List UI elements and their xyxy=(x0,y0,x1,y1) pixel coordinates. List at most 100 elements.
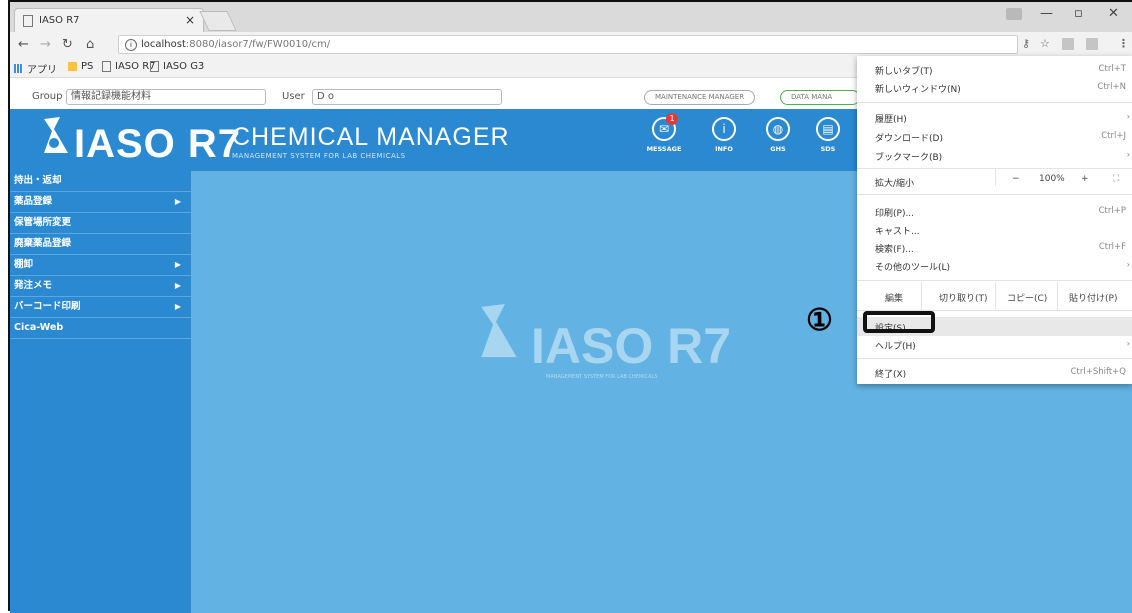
zoom-in-button[interactable]: + xyxy=(1081,174,1089,184)
menu-copy[interactable]: コピー(C) xyxy=(1007,291,1047,304)
apps-grid-icon xyxy=(14,64,23,73)
menu-find[interactable]: 検索(F)... xyxy=(875,242,914,255)
step-marker: ① xyxy=(806,303,833,338)
menu-new-tab[interactable]: 新しいタブ(T) xyxy=(875,64,933,77)
sidebar-item-label: Cica-Web xyxy=(14,322,64,333)
submenu-arrow-icon: › xyxy=(1126,112,1130,121)
sidebar-item-label: 薬品登録 xyxy=(14,196,53,207)
menu-zoom-label: 拡大/縮小 xyxy=(875,179,915,189)
sidebar-item-checkout[interactable]: 持出・返却 xyxy=(10,171,191,192)
tab-title: IASO R7 xyxy=(39,15,80,26)
extension-icon[interactable] xyxy=(1062,38,1074,50)
menu-divider xyxy=(857,280,1132,281)
forward-icon[interactable]: → xyxy=(40,37,51,52)
sds-button[interactable]: ▤ SDS xyxy=(810,117,846,153)
menu-help[interactable]: ヘルプ(H) xyxy=(875,339,916,352)
message-label: MESSAGE xyxy=(646,145,682,153)
close-window-icon[interactable]: ✕ xyxy=(1108,6,1119,21)
extension-icon[interactable] xyxy=(1086,38,1098,50)
logo-text: IASO R7 xyxy=(74,122,242,166)
maximize-icon[interactable]: ▫ xyxy=(1074,6,1083,21)
sidebar-item-inventory[interactable]: 棚卸 ▶ xyxy=(10,255,191,276)
menu-history[interactable]: 履歴(H) xyxy=(875,112,907,125)
site-info-icon[interactable]: i xyxy=(125,38,137,51)
menu-divider xyxy=(995,282,996,310)
chevron-right-icon: ▶ xyxy=(174,260,181,269)
tab-strip: IASO R7 × — ▫ ✕ xyxy=(10,2,1132,32)
back-icon[interactable]: ← xyxy=(18,37,29,52)
sidebar-item-barcode[interactable]: バーコード印刷 ▶ xyxy=(10,297,191,318)
info-button[interactable]: i INFO xyxy=(706,117,742,153)
sidebar-item-label: 持出・返却 xyxy=(14,175,62,186)
menu-cut[interactable]: 切り取り(T) xyxy=(939,291,988,304)
bookmark-label: PS xyxy=(81,61,94,72)
sds-label: SDS xyxy=(820,145,836,153)
bookmark-iaso-g3[interactable]: IASO G3 xyxy=(150,61,204,72)
folder-icon xyxy=(68,62,77,71)
chrome-menu: 新しいタブ(T) Ctrl+T 新しいウィンドウ(N) Ctrl+N 履歴(H)… xyxy=(857,56,1132,384)
zoom-out-button[interactable]: − xyxy=(1012,174,1020,184)
browser-tab[interactable]: IASO R7 × xyxy=(14,8,204,32)
key-icon[interactable]: ⚷ xyxy=(1022,37,1030,50)
group-field[interactable]: 情報記録機能材料 xyxy=(66,89,266,105)
highlight-box xyxy=(863,311,935,333)
menu-cast[interactable]: キャスト... xyxy=(875,224,920,237)
menu-print[interactable]: 印刷(P)... xyxy=(875,206,914,219)
message-button[interactable]: ✉ 1 MESSAGE xyxy=(646,113,682,153)
menu-exit[interactable]: 終了(X) xyxy=(875,367,906,380)
info-icon: i xyxy=(712,117,736,141)
sidebar-item-order-memo[interactable]: 発注メモ ▶ xyxy=(10,276,191,297)
new-tab-button[interactable] xyxy=(199,11,237,31)
chevron-right-icon: ▶ xyxy=(174,281,181,290)
page-icon xyxy=(150,61,159,72)
menu-more-tools[interactable]: その他のツール(L) xyxy=(875,260,950,273)
ghs-button[interactable]: ◍ GHS xyxy=(760,117,796,153)
user-label: User xyxy=(282,91,305,102)
data-manager-button[interactable]: DATA MANA xyxy=(780,90,860,105)
fullscreen-icon[interactable]: ⛶ xyxy=(1113,174,1119,184)
shortcut: Ctrl+F xyxy=(1098,242,1126,252)
bookmark-ps[interactable]: PS xyxy=(68,61,93,72)
watermark-subtitle: MANAGEMENT SYSTEM FOR LAB CHEMICALS xyxy=(546,374,658,380)
bookmark-apps[interactable]: アプリ xyxy=(14,61,57,76)
shortcut: Ctrl+N xyxy=(1097,82,1126,92)
url-path: :8080/iasor7/fw/FW0010/cm/ xyxy=(185,39,331,50)
menu-downloads[interactable]: ダウンロード(D) xyxy=(875,131,943,144)
page-icon xyxy=(102,61,111,72)
bookmark-star-icon[interactable]: ☆ xyxy=(1040,37,1050,50)
menu-divider xyxy=(921,282,922,310)
submenu-arrow-icon: › xyxy=(1126,150,1130,159)
shortcut: Ctrl+Shift+Q xyxy=(1070,367,1126,377)
info-label: INFO xyxy=(715,145,733,153)
submenu-arrow-icon: › xyxy=(1126,260,1130,269)
user-field[interactable]: D o xyxy=(312,89,502,105)
submenu-arrow-icon: › xyxy=(1126,339,1130,348)
bookmark-label: IASO G3 xyxy=(163,61,205,72)
menu-paste[interactable]: 貼り付け(P) xyxy=(1069,291,1117,304)
sidebar-item-cica-web[interactable]: Cica-Web xyxy=(10,318,191,339)
bookmark-iaso-r7[interactable]: IASO R7 xyxy=(102,61,156,72)
profile-icon[interactable] xyxy=(1006,8,1022,20)
menu-divider xyxy=(1057,282,1058,310)
sidebar-item-label: バーコード印刷 xyxy=(14,301,81,312)
sidebar-item-disposal[interactable]: 廃棄薬品登録 xyxy=(10,234,191,255)
url-host: localhost xyxy=(141,39,186,50)
home-icon[interactable]: ⌂ xyxy=(86,37,94,52)
app-logo: IASO R7 xyxy=(40,115,241,167)
ghs-icon: ◍ xyxy=(766,117,790,141)
shortcut: Ctrl+J xyxy=(1101,131,1126,141)
tab-close-icon[interactable]: × xyxy=(185,13,195,27)
menu-divider xyxy=(857,102,1132,103)
sidebar-item-location-change[interactable]: 保管場所変更 xyxy=(10,213,191,234)
menu-bookmarks[interactable]: ブックマーク(B) xyxy=(875,150,942,163)
sidebar-item-register[interactable]: 薬品登録 ▶ xyxy=(10,192,191,213)
menu-new-window[interactable]: 新しいウィンドウ(N) xyxy=(875,82,961,95)
chrome-menu-icon[interactable]: ⋮ xyxy=(1118,37,1129,50)
chevron-right-icon: ▶ xyxy=(174,197,181,206)
reload-icon[interactable]: ↻ xyxy=(62,37,73,52)
minimize-icon[interactable]: — xyxy=(1040,6,1053,21)
maintenance-manager-button[interactable]: MAINTENANCE MANAGER xyxy=(644,90,756,105)
sidebar-item-label: 廃棄薬品登録 xyxy=(14,238,72,249)
page-icon xyxy=(23,14,33,27)
address-bar[interactable]: i localhost :8080/iasor7/fw/FW0010/cm/ xyxy=(118,35,1018,54)
